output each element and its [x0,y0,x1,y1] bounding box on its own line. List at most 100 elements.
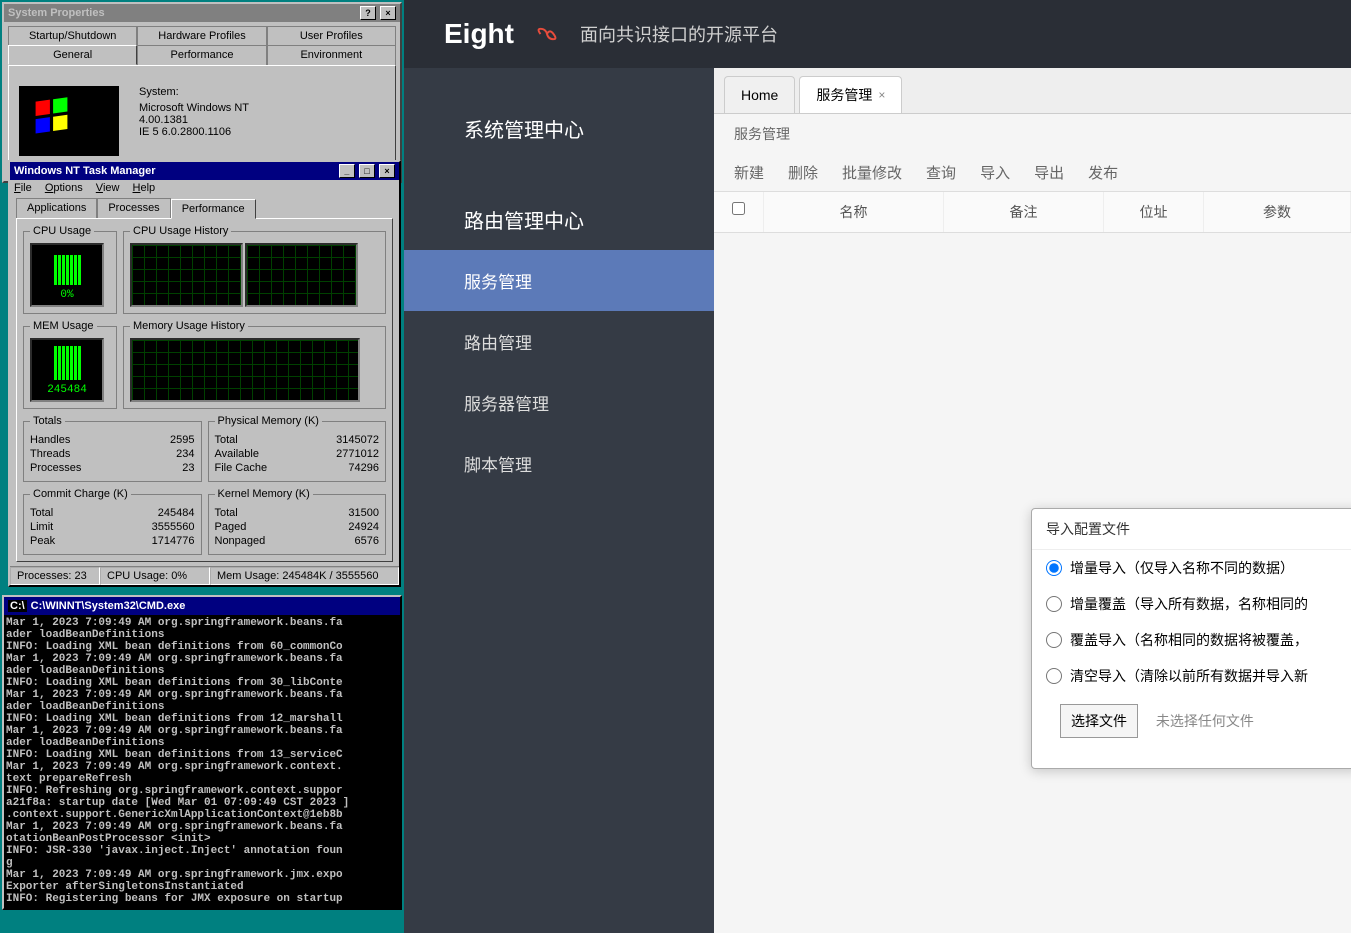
cpu-history-group: CPU Usage History [123,225,386,314]
tab-general[interactable]: General [8,45,137,65]
threads-value: 234 [176,447,194,461]
status-mem: Mem Usage: 245484K / 3555560 [210,567,399,585]
cpu-history-graph-1 [130,243,243,307]
toolbar-query[interactable]: 查询 [926,162,956,183]
eight-tagline: 面向共识接口的开源平台 [580,21,778,47]
kernel-paged-value: 24924 [348,520,379,534]
tab-user-profiles[interactable]: User Profiles [267,26,396,45]
taskmgr-menubar: File Options View Help [10,180,399,196]
tab-processes[interactable]: Processes [97,198,170,218]
radio-incremental-import[interactable] [1046,560,1062,576]
cpu-usage-group: CPU Usage 0% [23,225,117,314]
toolbar-batch-edit[interactable]: 批量修改 [842,162,902,183]
sidebar-heading-system[interactable]: 系统管理中心 [404,98,714,159]
menu-view[interactable]: View [96,182,120,194]
processes-label: Processes [30,461,81,475]
opt-overwrite-import[interactable]: 覆盖导入（名称相同的数据将被覆盖， [1032,622,1351,658]
eight-sidebar: 系统管理中心 路由管理中心 服务管理 路由管理 服务器管理 脚本管理 [404,68,714,933]
sidebar-item-service-mgmt[interactable]: 服务管理 [404,250,714,311]
opt-incremental-import[interactable]: 增量导入（仅导入名称不同的数据） [1032,550,1351,586]
sidebar-item-route-mgmt[interactable]: 路由管理 [404,311,714,372]
sidebar-heading-route[interactable]: 路由管理中心 [404,189,714,250]
opt-clear-import-label: 清空导入（清除以前所有数据并导入新 [1070,666,1308,686]
sidebar-item-script-mgmt[interactable]: 脚本管理 [404,433,714,494]
grid-col-remark[interactable]: 备注 [944,192,1104,232]
grid-col-params[interactable]: 参数 [1204,192,1351,232]
menu-help[interactable]: Help [133,182,156,194]
handles-label: Handles [30,433,70,447]
radio-incremental-overwrite[interactable] [1046,596,1062,612]
sysprops-titlebar[interactable]: System Properties ? × [4,4,400,22]
grid-checkbox-all[interactable] [714,192,764,232]
grid-col-address[interactable]: 位址 [1104,192,1204,232]
file-status: 未选择任何文件 [1156,713,1254,729]
toolbar-export[interactable]: 导出 [1034,162,1064,183]
close-button[interactable]: × [379,164,395,178]
tab-applications[interactable]: Applications [16,198,97,218]
taskmgr-titlebar[interactable]: Windows NT Task Manager _ □ × [10,162,399,180]
dialog-title: 导入配置文件 [1032,509,1351,550]
mem-history-group: Memory Usage History [123,320,386,409]
close-button[interactable]: × [380,6,396,20]
sysprops-title: System Properties [8,7,105,19]
toolbar-new[interactable]: 新建 [734,162,764,183]
commit-total-value: 245484 [158,506,195,520]
grid-header: 名称 备注 位址 参数 [714,191,1351,233]
taskmgr-window-controls: _ □ × [338,164,395,178]
taskmgr-statusbar: Processes: 23 CPU Usage: 0% Mem Usage: 2… [10,566,399,585]
commit-label: Commit Charge (K) [30,488,131,500]
kernel-nonpaged-label: Nonpaged [215,534,266,548]
opt-incremental-overwrite-label: 增量覆盖（导入所有数据，名称相同的 [1070,594,1308,614]
ie-version: IE 5 6.0.2800.1106 [139,126,249,138]
radio-overwrite-import[interactable] [1046,632,1062,648]
system-properties-window: System Properties ? × Startup/Shutdown H… [2,2,402,183]
toolbar-publish[interactable]: 发布 [1088,162,1118,183]
tab-startup-shutdown[interactable]: Startup/Shutdown [8,26,137,45]
cmd-title: C:\WINNT\System32\CMD.exe [31,600,186,612]
opt-clear-import[interactable]: 清空导入（清除以前所有数据并导入新 [1032,658,1351,694]
cmd-titlebar[interactable]: C:\C:\WINNT\System32\CMD.exe [4,597,400,615]
kernel-group: Kernel Memory (K) Total31500 Paged24924 … [208,488,387,555]
tab-home[interactable]: Home [724,76,795,113]
menu-file[interactable]: File [14,182,32,194]
toolbar: 新建 删除 批量修改 查询 导入 导出 发布 [714,154,1351,191]
threads-label: Threads [30,447,70,461]
toolbar-import[interactable]: 导入 [980,162,1010,183]
windows-logo-icon [19,86,119,156]
commit-group: Commit Charge (K) Total245484 Limit35555… [23,488,202,555]
status-processes: Processes: 23 [10,567,100,585]
menu-options[interactable]: Options [45,182,83,194]
totals-label: Totals [30,415,65,427]
minimize-button[interactable]: _ [339,164,355,178]
physmem-label: Physical Memory (K) [215,415,322,427]
select-all-checkbox[interactable] [732,202,745,215]
sidebar-item-server-mgmt[interactable]: 服务器管理 [404,372,714,433]
tab-close-icon[interactable]: × [878,88,885,102]
maximize-button[interactable]: □ [359,164,375,178]
phys-total-value: 3145072 [336,433,379,447]
kernel-nonpaged-value: 6576 [355,534,379,548]
help-button[interactable]: ? [360,6,376,20]
mem-usage-value: 245484 [47,384,87,396]
task-manager-window: Windows NT Task Manager _ □ × File Optio… [8,160,401,587]
commit-limit-value: 3555560 [152,520,195,534]
radio-clear-import[interactable] [1046,668,1062,684]
phys-avail-label: Available [215,447,259,461]
eight-main: Home 服务管理× 服务管理 新建 删除 批量修改 查询 导入 导出 发布 名… [714,68,1351,933]
tab-hardware-profiles[interactable]: Hardware Profiles [137,26,266,45]
mem-usage-group: MEM Usage 245484 [23,320,117,409]
tab-service-mgmt[interactable]: 服务管理× [799,76,902,113]
breadcrumb: 服务管理 [714,114,1351,154]
opt-incremental-overwrite[interactable]: 增量覆盖（导入所有数据，名称相同的 [1032,586,1351,622]
tab-performance-tm[interactable]: Performance [171,199,256,219]
eight-brand: Eight [444,18,514,50]
mem-usage-meter: 245484 [30,338,104,402]
choose-file-button[interactable]: 选择文件 [1060,704,1138,738]
physmem-group: Physical Memory (K) Total3145072 Availab… [208,415,387,482]
tab-performance[interactable]: Performance [137,45,266,65]
import-dialog: 导入配置文件 增量导入（仅导入名称不同的数据） 增量覆盖（导入所有数据，名称相同… [1031,508,1351,769]
grid-col-name[interactable]: 名称 [764,192,944,232]
toolbar-delete[interactable]: 删除 [788,162,818,183]
tab-environment[interactable]: Environment [267,45,396,65]
cmd-output[interactable]: Mar 1, 2023 7:09:49 AM org.springframewo… [4,615,400,907]
